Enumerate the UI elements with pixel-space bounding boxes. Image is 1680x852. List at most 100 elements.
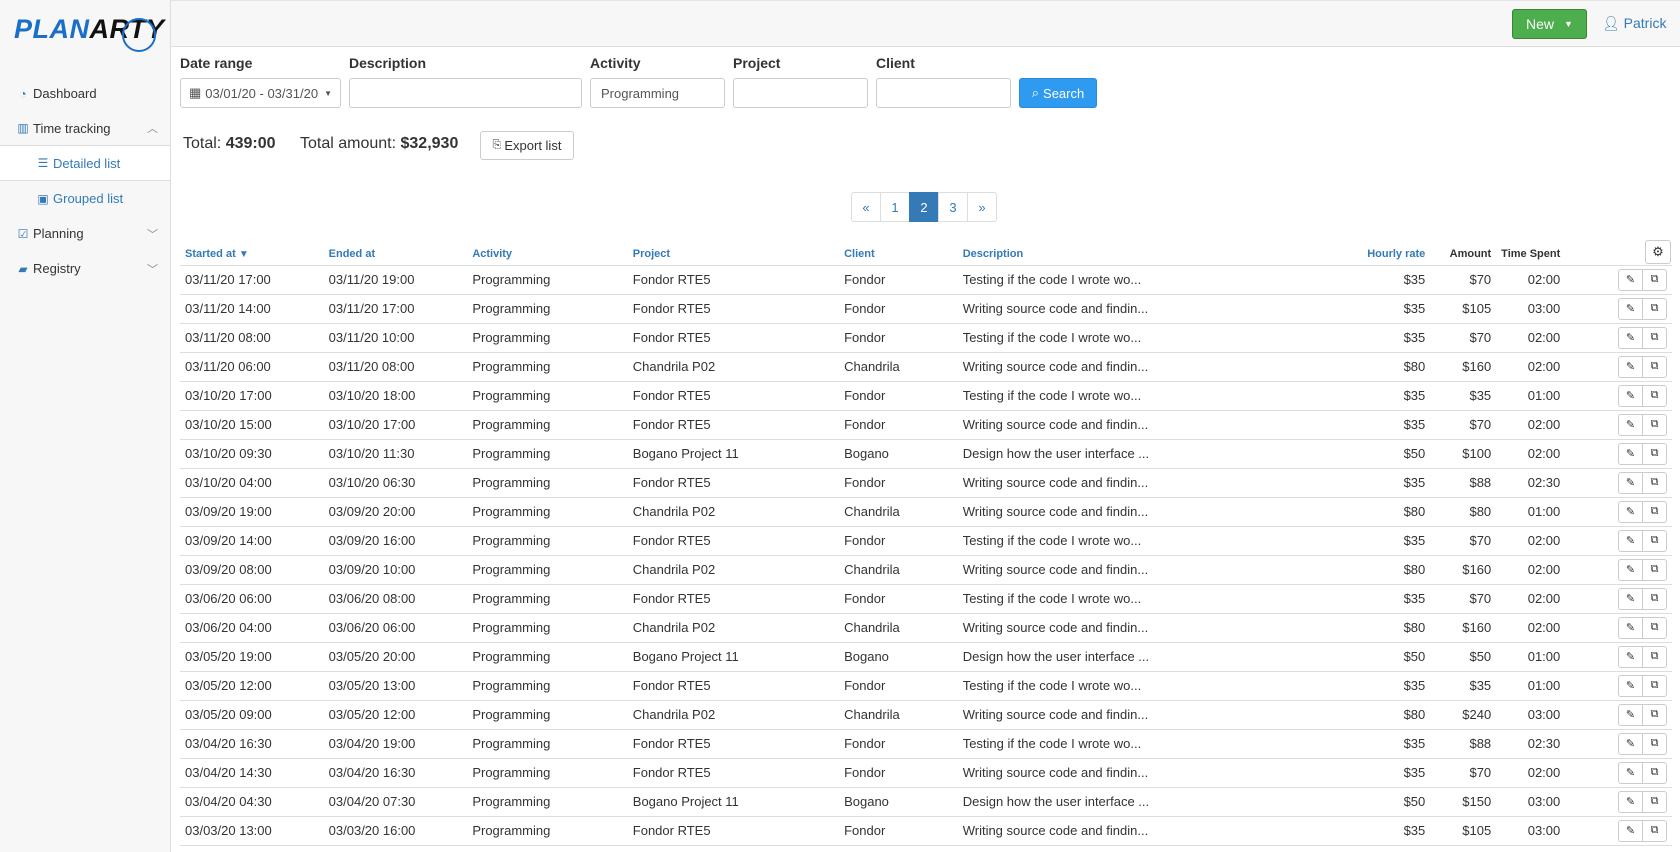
- pagination-page-2[interactable]: 2: [909, 192, 939, 222]
- cell-amount: $150: [1430, 787, 1497, 817]
- cell-project: Fondor RTE5: [627, 294, 840, 324]
- cell-client: Fondor: [839, 526, 958, 556]
- edit-button[interactable]: ✎: [1618, 529, 1643, 552]
- edit-button[interactable]: ✎: [1618, 616, 1643, 639]
- column-header-activity[interactable]: Activity: [467, 243, 628, 266]
- copy-button[interactable]: ⧉: [1642, 587, 1667, 610]
- cell-time-spent: 03:00: [1496, 816, 1566, 846]
- cell-started-at: 03/05/20 09:00: [180, 700, 324, 730]
- cell-started-at: 03/11/20 17:00: [180, 265, 324, 295]
- activity-input[interactable]: Programming: [590, 78, 725, 108]
- edit-button[interactable]: ✎: [1618, 326, 1643, 349]
- edit-button[interactable]: ✎: [1618, 674, 1643, 697]
- pencil-icon: ✎: [1625, 767, 1636, 779]
- copy-button[interactable]: ⧉: [1642, 616, 1667, 639]
- user-menu[interactable]: 👤︎ Patrick: [1602, 15, 1666, 32]
- pagination-page-1[interactable]: 1: [880, 192, 910, 222]
- sidebar-item-time-tracking[interactable]: ▥ Time tracking ︿: [0, 111, 170, 146]
- column-header-project[interactable]: Project: [627, 243, 840, 266]
- edit-button[interactable]: ✎: [1618, 587, 1643, 610]
- sidebar-item-dashboard[interactable]: ◔ Dashboard: [0, 76, 170, 111]
- pencil-icon: ✎: [1625, 564, 1636, 576]
- copy-icon: ⧉: [1650, 505, 1659, 517]
- copy-button[interactable]: ⧉: [1642, 819, 1667, 842]
- search-button[interactable]: ⌕ Search: [1019, 78, 1097, 108]
- edit-button[interactable]: ✎: [1618, 384, 1643, 407]
- edit-button[interactable]: ✎: [1618, 790, 1643, 813]
- pagination-prev[interactable]: «: [851, 192, 881, 222]
- column-header-ended-at[interactable]: Ended at: [323, 243, 468, 266]
- sidebar-item-registry[interactable]: ▰ Registry ﹀: [0, 251, 170, 286]
- export-list-button[interactable]: ⎘ Export list: [480, 131, 574, 160]
- project-input[interactable]: [733, 78, 868, 108]
- sidebar-item-label: Time tracking: [33, 120, 111, 136]
- user-name: Patrick: [1623, 15, 1667, 31]
- edit-button[interactable]: ✎: [1618, 761, 1643, 784]
- cell-hourly-rate: $35: [1265, 729, 1431, 759]
- cell-description: Testing if the code I wrote wo...: [957, 265, 1266, 295]
- copy-button[interactable]: ⧉: [1642, 703, 1667, 726]
- pagination-next[interactable]: »: [967, 192, 997, 222]
- copy-button[interactable]: ⧉: [1642, 413, 1667, 436]
- sidebar-item-detailed-list[interactable]: ☰ Detailed list: [0, 146, 170, 181]
- cell-activity: Programming: [467, 410, 628, 440]
- copy-button[interactable]: ⧉: [1642, 732, 1667, 755]
- copy-icon: ⧉: [1650, 795, 1659, 807]
- table-row: 03/11/20 06:00 03/11/20 08:00 Programming C…: [180, 352, 1672, 382]
- edit-button[interactable]: ✎: [1618, 297, 1643, 320]
- edit-button[interactable]: ✎: [1618, 558, 1643, 581]
- column-header-client[interactable]: Client: [839, 243, 958, 266]
- cell-actions: ✎ ⧉: [1565, 294, 1672, 324]
- copy-button[interactable]: ⧉: [1642, 355, 1667, 378]
- cell-project: Fondor RTE5: [627, 671, 840, 701]
- edit-button[interactable]: ✎: [1618, 268, 1643, 291]
- cell-started-at: 03/10/20 17:00: [180, 381, 324, 411]
- cell-time-spent: 02:00: [1496, 323, 1566, 353]
- edit-button[interactable]: ✎: [1618, 819, 1643, 842]
- cell-activity: Programming: [467, 758, 628, 788]
- row-actions: ✎ ⧉: [1570, 384, 1667, 407]
- cell-client: Fondor: [839, 671, 958, 701]
- date-range-picker[interactable]: ▦ 03/01/20 - 03/31/20 ▼: [180, 78, 341, 108]
- edit-button[interactable]: ✎: [1618, 413, 1643, 436]
- copy-button[interactable]: ⧉: [1642, 674, 1667, 697]
- new-button[interactable]: New ▼: [1512, 9, 1587, 39]
- copy-button[interactable]: ⧉: [1642, 500, 1667, 523]
- logo[interactable]: PLANARTY: [0, 0, 170, 76]
- row-actions: ✎ ⧉: [1570, 674, 1667, 697]
- column-header-hourly-rate[interactable]: Hourly rate: [1265, 243, 1431, 266]
- edit-button[interactable]: ✎: [1618, 703, 1643, 726]
- client-input[interactable]: [876, 78, 1011, 108]
- copy-button[interactable]: ⧉: [1642, 529, 1667, 552]
- edit-button[interactable]: ✎: [1618, 732, 1643, 755]
- sidebar-item-grouped-list[interactable]: ▣ Grouped list: [0, 181, 170, 216]
- copy-button[interactable]: ⧉: [1642, 471, 1667, 494]
- copy-button[interactable]: ⧉: [1642, 790, 1667, 813]
- copy-button[interactable]: ⧉: [1642, 384, 1667, 407]
- cell-ended-at: 03/10/20 11:30: [323, 439, 468, 469]
- copy-button[interactable]: ⧉: [1642, 297, 1667, 320]
- edit-button[interactable]: ✎: [1618, 500, 1643, 523]
- table-row: 03/04/20 14:30 03/04/20 16:30 Programming F…: [180, 758, 1672, 788]
- copy-button[interactable]: ⧉: [1642, 442, 1667, 465]
- copy-icon: ⧉: [1650, 447, 1659, 459]
- edit-button[interactable]: ✎: [1618, 442, 1643, 465]
- cell-project: Fondor RTE5: [627, 758, 840, 788]
- cell-started-at: 03/06/20 06:00: [180, 584, 324, 614]
- copy-button[interactable]: ⧉: [1642, 761, 1667, 784]
- edit-button[interactable]: ✎: [1618, 645, 1643, 668]
- edit-button[interactable]: ✎: [1618, 471, 1643, 494]
- column-header-description[interactable]: Description: [957, 243, 1266, 266]
- copy-button[interactable]: ⧉: [1642, 268, 1667, 291]
- copy-button[interactable]: ⧉: [1642, 558, 1667, 581]
- copy-button[interactable]: ⧉: [1642, 326, 1667, 349]
- edit-button[interactable]: ✎: [1618, 355, 1643, 378]
- description-label: Description: [349, 55, 427, 71]
- description-input[interactable]: [349, 78, 582, 108]
- column-header-started-at[interactable]: Started at ▼: [180, 243, 324, 266]
- copy-button[interactable]: ⧉: [1642, 645, 1667, 668]
- sidebar-item-planning[interactable]: ☑ Planning ﹀: [0, 216, 170, 251]
- cell-ended-at: 03/09/20 10:00: [323, 555, 468, 585]
- pagination-page-3[interactable]: 3: [938, 192, 968, 222]
- cell-hourly-rate: $35: [1265, 294, 1431, 324]
